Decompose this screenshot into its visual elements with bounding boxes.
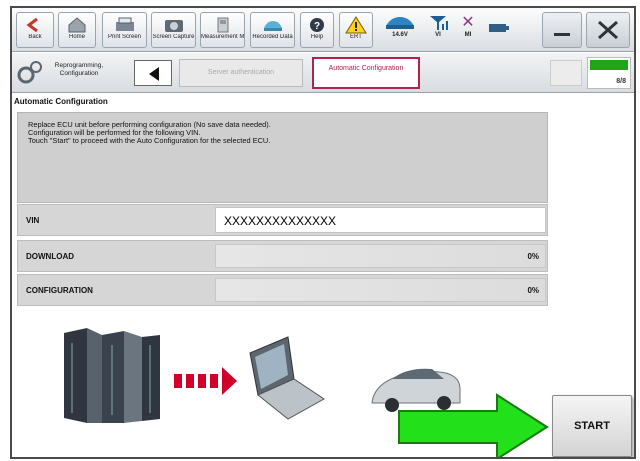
page-title: Automatic Configuration <box>12 94 634 110</box>
print-screen-button[interactable]: Print Screen <box>102 12 147 48</box>
triangle-left-icon <box>147 66 161 87</box>
meter-icon <box>211 16 235 34</box>
progress-fill <box>590 60 628 70</box>
recorded-data-button[interactable]: Recorded Data <box>250 12 295 48</box>
printer-icon <box>113 16 137 34</box>
minimize-icon <box>550 21 574 39</box>
warning-icon <box>344 16 368 34</box>
home-icon <box>65 16 89 34</box>
vin-row: VIN XXXXXXXXXXXXXX <box>17 204 548 236</box>
mi-status: ✕ MI <box>454 14 482 46</box>
next-nav-button <box>550 60 582 86</box>
green-arrow-icon <box>398 393 549 457</box>
close-button[interactable] <box>586 12 630 48</box>
navigation-bar: Reprogramming, Configuration Server auth… <box>12 53 634 93</box>
configuration-row: CONFIGURATION 0% <box>17 274 548 306</box>
signal-icon <box>424 14 452 32</box>
download-progress-bar: 0% <box>215 244 546 268</box>
breadcrumb-reprogramming[interactable]: Reprogramming, Configuration <box>45 62 113 78</box>
back-arrow-icon <box>23 16 47 34</box>
configuration-progress-bar: 0% <box>215 278 546 302</box>
close-icon <box>596 19 620 40</box>
transfer-arrow-icon <box>174 367 237 395</box>
battery-icon <box>488 20 510 38</box>
svg-text:?: ? <box>314 21 320 32</box>
camera-icon <box>162 16 186 34</box>
instruction-message: Replace ECU unit before performing confi… <box>17 112 548 203</box>
app-window: Back Home Print Screen Screen Capture Me… <box>10 6 636 459</box>
ert-button[interactable]: ERT <box>339 12 373 48</box>
help-button[interactable]: ? Help <box>300 12 334 48</box>
vin-value: XXXXXXXXXXXXXX <box>215 207 546 233</box>
server-icon <box>64 328 160 423</box>
vi-signal-status: VI <box>424 14 452 46</box>
back-button[interactable]: Back <box>16 12 54 48</box>
measurement-mode-button[interactable]: Measurement Mode <box>200 12 245 48</box>
vin-label: VIN <box>26 216 40 225</box>
minimize-button[interactable] <box>542 12 582 48</box>
step-server-authentication: Server authentication <box>179 59 303 87</box>
vehicle-battery-status: 14.6V <box>380 14 420 46</box>
step-automatic-configuration: Automatic Configuration <box>312 57 420 89</box>
configuration-label: CONFIGURATION <box>26 286 93 295</box>
reprogramming-icon <box>17 59 43 90</box>
x-mark-icon: ✕ <box>461 14 475 31</box>
toolbar: Back Home Print Screen Screen Capture Me… <box>12 8 634 52</box>
start-button[interactable]: START <box>552 395 632 457</box>
screen-capture-button[interactable]: Screen Capture <box>151 12 196 48</box>
download-row: DOWNLOAD 0% <box>17 240 548 272</box>
help-icon: ? <box>305 16 329 34</box>
home-button[interactable]: Home <box>58 12 96 48</box>
car-data-icon <box>261 16 285 34</box>
laptop-icon <box>249 336 325 420</box>
car-icon <box>380 14 420 32</box>
page-progress-indicator: 8/8 <box>587 57 631 89</box>
battery-status <box>488 14 510 46</box>
configuration-percent: 0% <box>527 286 539 295</box>
back-nav-button[interactable] <box>134 60 172 86</box>
download-label: DOWNLOAD <box>26 252 74 261</box>
download-percent: 0% <box>527 252 539 261</box>
